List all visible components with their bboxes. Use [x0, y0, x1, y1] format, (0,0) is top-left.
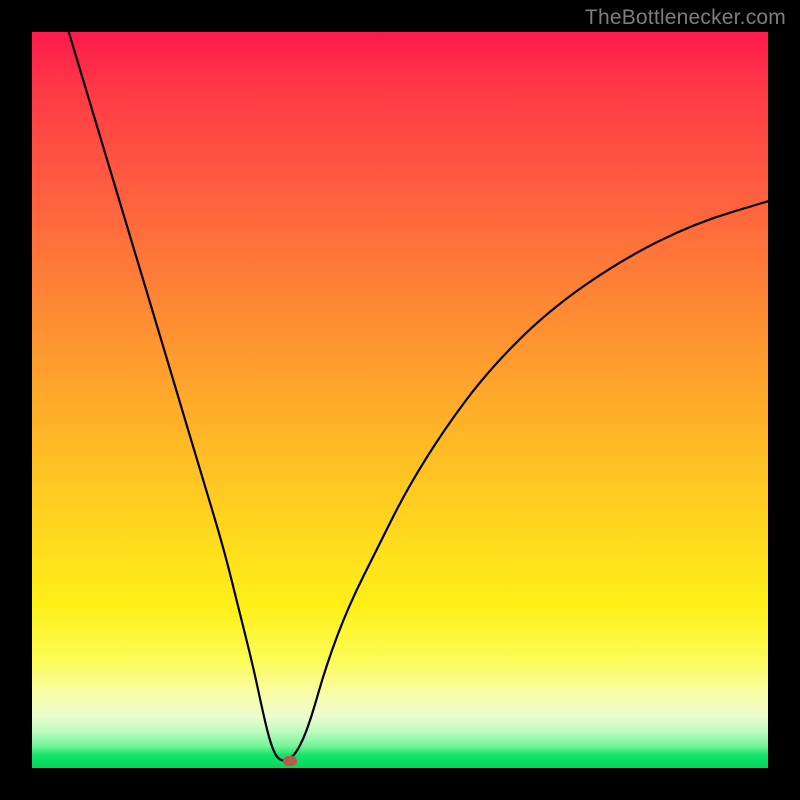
bottleneck-curve: [69, 32, 768, 761]
optimal-point-marker: [283, 756, 297, 766]
curve-svg: [32, 32, 768, 768]
chart-frame: TheBottlenecker.com: [0, 0, 800, 800]
watermark-text: TheBottlenecker.com: [585, 6, 786, 30]
plot-area: [32, 32, 768, 768]
